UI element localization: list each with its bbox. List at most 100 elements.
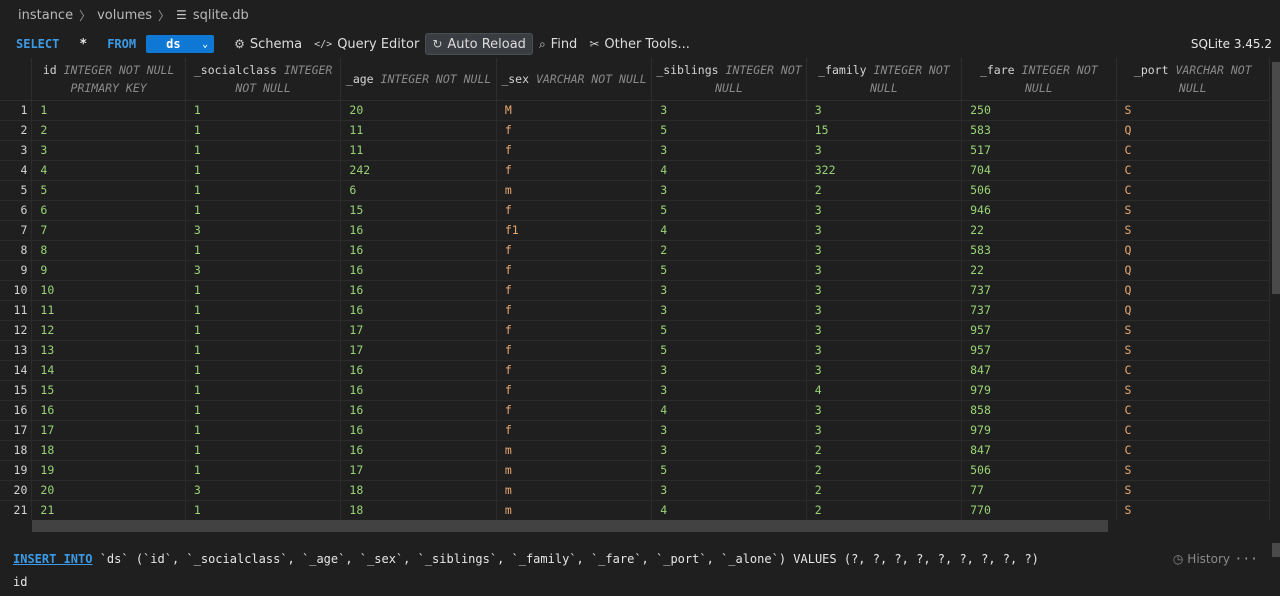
table-row[interactable]: 8 8 1 16 f 2 3 583 Q	[0, 240, 1270, 261]
table-cell[interactable]: 22	[961, 260, 1117, 281]
table-cell[interactable]: 704	[961, 160, 1117, 181]
table-cell[interactable]: f	[496, 160, 653, 181]
table-cell[interactable]: 18	[340, 480, 497, 501]
table-cell[interactable]: 16	[340, 240, 497, 261]
table-cell[interactable]: f	[496, 300, 653, 321]
table-cell[interactable]: 16	[340, 280, 497, 301]
table-row[interactable]: 3 3 1 11 f 3 3 517 C	[0, 140, 1270, 161]
table-cell[interactable]: 4	[651, 500, 807, 520]
table-cell[interactable]: f	[496, 280, 653, 301]
table-cell[interactable]: Q	[1116, 300, 1270, 321]
table-cell[interactable]: 242	[340, 160, 497, 181]
breadcrumb-item-volumes[interactable]: volumes	[97, 8, 152, 23]
table-cell[interactable]: 5	[651, 460, 807, 481]
query-editor-button[interactable]: </> Query Editor	[308, 33, 425, 55]
table-cell[interactable]: Q	[1116, 240, 1270, 261]
table-cell[interactable]: 22	[961, 220, 1117, 241]
table-cell[interactable]: 5	[651, 320, 807, 341]
table-cell[interactable]: 1	[185, 340, 342, 361]
table-cell[interactable]: S	[1116, 480, 1270, 501]
table-cell[interactable]: S	[1116, 320, 1270, 341]
table-row[interactable]: 10 10 1 16 f 3 3 737 Q	[0, 280, 1270, 301]
table-cell[interactable]: C	[1116, 160, 1270, 181]
table-cell[interactable]: 3	[806, 340, 963, 361]
table-cell[interactable]: S	[1116, 200, 1270, 221]
table-cell[interactable]: 1	[185, 320, 342, 341]
table-cell[interactable]: m	[496, 500, 653, 520]
table-cell[interactable]: 3	[651, 180, 807, 201]
table-row[interactable]: 7 7 3 16 f1 4 3 22 S	[0, 220, 1270, 241]
column-header[interactable]: _siblings INTEGER NOT NULL	[651, 58, 807, 101]
table-cell[interactable]: S	[1116, 340, 1270, 361]
table-row[interactable]: 19 19 1 17 m 5 2 506 S	[0, 460, 1270, 481]
table-cell[interactable]: 16	[340, 220, 497, 241]
auto-reload-button[interactable]: ↻ Auto Reload	[425, 33, 533, 55]
table-cell[interactable]: 3	[806, 400, 963, 421]
table-cell[interactable]: 583	[961, 120, 1117, 141]
table-cell[interactable]: 1	[185, 160, 342, 181]
table-cell[interactable]: 17	[340, 340, 497, 361]
table-cell[interactable]: 8	[31, 240, 186, 261]
table-cell[interactable]: f	[496, 360, 653, 381]
table-cell[interactable]: 20	[31, 480, 186, 501]
table-cell[interactable]: 1	[185, 140, 342, 161]
table-cell[interactable]: f	[496, 200, 653, 221]
table-cell[interactable]: 18	[31, 440, 186, 461]
table-cell[interactable]: 18	[340, 500, 497, 520]
table-cell[interactable]: 20	[340, 100, 497, 121]
table-row[interactable]: 4 4 1 242 f 4 322 704 C	[0, 160, 1270, 181]
horizontal-scrollbar[interactable]	[32, 520, 1108, 532]
table-cell[interactable]: m	[496, 180, 653, 201]
table-cell[interactable]: 3	[651, 420, 807, 441]
table-cell[interactable]: 2	[806, 440, 963, 461]
table-cell[interactable]: 16	[340, 440, 497, 461]
table-cell[interactable]: m	[496, 460, 653, 481]
column-header[interactable]: id INTEGER NOT NULL PRIMARY KEY	[31, 58, 186, 101]
table-cell[interactable]: 3	[651, 140, 807, 161]
table-cell[interactable]: 1	[185, 380, 342, 401]
table-cell[interactable]: 3	[651, 300, 807, 321]
table-cell[interactable]: 3	[806, 200, 963, 221]
table-row[interactable]: 20 20 3 18 m 3 2 77 S	[0, 480, 1270, 501]
table-cell[interactable]: 4	[651, 220, 807, 241]
table-cell[interactable]: 583	[961, 240, 1117, 261]
table-cell[interactable]: 19	[31, 460, 186, 481]
table-cell[interactable]: 3	[806, 220, 963, 241]
table-row[interactable]: 15 15 1 16 f 3 4 979 S	[0, 380, 1270, 401]
table-cell[interactable]: 1	[185, 420, 342, 441]
table-cell[interactable]: 1	[185, 440, 342, 461]
table-cell[interactable]: 16	[340, 300, 497, 321]
table-cell[interactable]: 1	[185, 280, 342, 301]
table-cell[interactable]: 15	[340, 200, 497, 221]
table-cell[interactable]: 517	[961, 140, 1117, 161]
column-header[interactable]: _sex VARCHAR NOT NULL	[496, 58, 653, 101]
table-cell[interactable]: 506	[961, 180, 1117, 201]
table-cell[interactable]: 1	[185, 100, 342, 121]
table-cell[interactable]: f	[496, 140, 653, 161]
table-cell[interactable]: f	[496, 380, 653, 401]
table-cell[interactable]: 17	[31, 420, 186, 441]
table-row[interactable]: 16 16 1 16 f 4 3 858 C	[0, 400, 1270, 421]
table-cell[interactable]: 3	[806, 360, 963, 381]
table-cell[interactable]: 11	[340, 120, 497, 141]
table-cell[interactable]: S	[1116, 500, 1270, 520]
table-cell[interactable]: 1	[185, 460, 342, 481]
table-cell[interactable]: 5	[651, 200, 807, 221]
table-row[interactable]: 18 18 1 16 m 3 2 847 C	[0, 440, 1270, 461]
table-cell[interactable]: 16	[340, 360, 497, 381]
table-row[interactable]: 11 11 1 16 f 3 3 737 Q	[0, 300, 1270, 321]
other-tools-button[interactable]: ✂ Other Tools...	[583, 33, 696, 55]
table-cell[interactable]: 946	[961, 200, 1117, 221]
table-cell[interactable]: f	[496, 320, 653, 341]
table-cell[interactable]: 5	[651, 120, 807, 141]
table-cell[interactable]: 3	[806, 140, 963, 161]
table-cell[interactable]: 2	[806, 460, 963, 481]
table-cell[interactable]: 1	[185, 240, 342, 261]
column-header[interactable]: _fare INTEGER NOT NULL	[961, 58, 1117, 101]
table-cell[interactable]: 3	[651, 440, 807, 461]
sql-preview[interactable]: INSERT INTO `ds` (`id`, `_socialclass`, …	[0, 545, 1280, 573]
table-cell[interactable]: 3	[806, 100, 963, 121]
table-cell[interactable]: C	[1116, 360, 1270, 381]
table-cell[interactable]: M	[496, 100, 653, 121]
table-cell[interactable]: 2	[651, 240, 807, 261]
